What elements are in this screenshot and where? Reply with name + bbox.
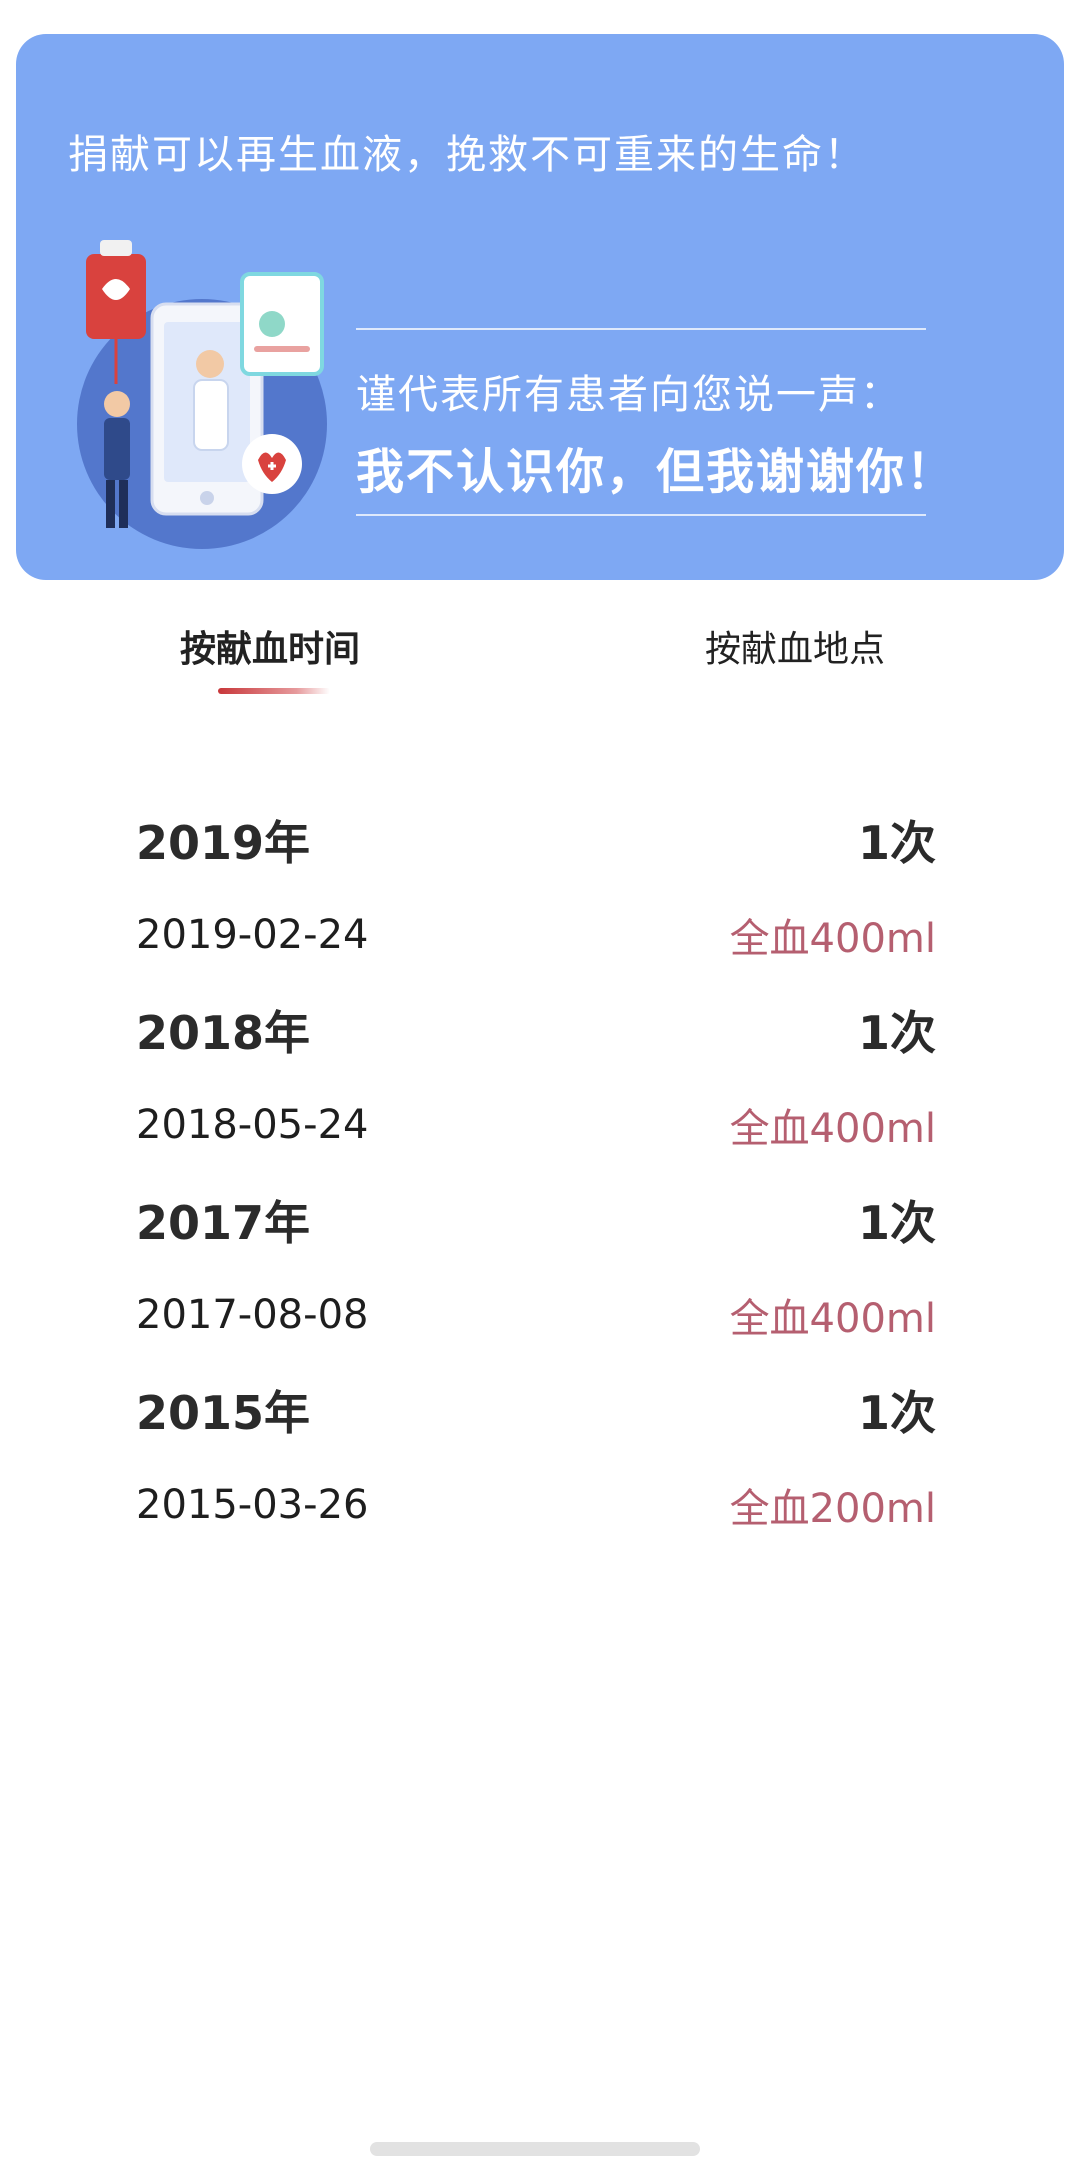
- tab-by-place[interactable]: 按献血地点: [705, 620, 885, 672]
- record-group: 2015年 1次 2015-03-26 全血200ml: [136, 1370, 936, 1560]
- list-item[interactable]: 2018-05-24 全血400ml: [136, 1070, 936, 1180]
- record-count: 1次: [857, 816, 936, 870]
- donation-records-list: 2019年 1次 2019-02-24 全血400ml 2018年 1次 201…: [136, 800, 936, 1560]
- banner-divider-bottom: [356, 514, 926, 516]
- banner-slogan: 捐献可以再生血液，挽救不可重来的生命！: [68, 132, 866, 178]
- record-group: 2019年 1次 2019-02-24 全血400ml: [136, 800, 936, 990]
- thanks-message: 我不认识你，但我谢谢你！: [356, 444, 957, 500]
- donation-illustration: [77, 240, 327, 549]
- record-year: 2017年: [136, 1196, 311, 1250]
- home-indicator[interactable]: [370, 2142, 700, 2156]
- record-year: 2015年: [136, 1386, 311, 1440]
- sort-tabs: 按献血时间 按献血地点: [0, 610, 1080, 710]
- blood-donation-records-page: 捐献可以再生血液，挽救不可重来的生命！ 谨代表所有患者向您说一声： 我不认识你，…: [0, 0, 1080, 2180]
- record-group: 2018年 1次 2018-05-24 全血400ml: [136, 990, 936, 1180]
- record-count: 1次: [857, 1196, 936, 1250]
- banner-divider-top: [356, 328, 926, 330]
- list-item[interactable]: 2019-02-24 全血400ml: [136, 880, 936, 990]
- tab-by-time[interactable]: 按献血时间: [180, 620, 360, 672]
- record-count: 1次: [857, 1006, 936, 1060]
- record-amount: 全血400ml: [729, 916, 936, 962]
- record-date: 2019-02-24: [136, 912, 369, 958]
- record-group: 2017年 1次 2017-08-08 全血400ml: [136, 1180, 936, 1370]
- record-date: 2015-03-26: [136, 1482, 369, 1528]
- thanks-banner: 捐献可以再生血液，挽救不可重来的生命！ 谨代表所有患者向您说一声： 我不认识你，…: [16, 34, 1064, 580]
- record-date: 2017-08-08: [136, 1292, 369, 1338]
- thanks-subtitle: 谨代表所有患者向您说一声：: [356, 372, 902, 418]
- record-amount: 全血200ml: [729, 1486, 936, 1532]
- list-item[interactable]: 2017-08-08 全血400ml: [136, 1260, 936, 1370]
- record-amount: 全血400ml: [729, 1106, 936, 1152]
- record-date: 2018-05-24: [136, 1102, 369, 1148]
- record-year: 2018年: [136, 1006, 311, 1060]
- record-count: 1次: [857, 1386, 936, 1440]
- active-tab-indicator: [218, 688, 330, 694]
- list-item[interactable]: 2015-03-26 全血200ml: [136, 1450, 936, 1560]
- record-amount: 全血400ml: [729, 1296, 936, 1342]
- record-year: 2019年: [136, 816, 311, 870]
